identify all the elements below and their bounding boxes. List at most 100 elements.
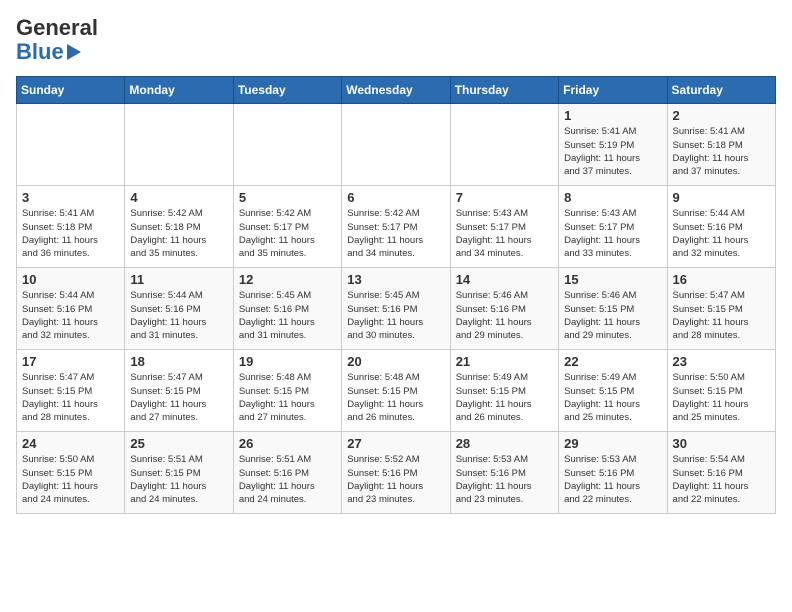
calendar-cell: 27Sunrise: 5:52 AM Sunset: 5:16 PM Dayli… (342, 432, 450, 514)
calendar-cell: 22Sunrise: 5:49 AM Sunset: 5:15 PM Dayli… (559, 350, 667, 432)
day-number: 21 (456, 354, 553, 369)
day-number: 13 (347, 272, 444, 287)
day-number: 30 (673, 436, 770, 451)
day-info: Sunrise: 5:47 AM Sunset: 5:15 PM Dayligh… (673, 289, 770, 342)
logo: General Blue (16, 16, 98, 64)
calendar-cell: 14 Sunrise: 5:46 AM Sunset: 5:16 PM Dayli… (450, 268, 558, 350)
day-info: Sunrise: 5:45 AM Sunset: 5:16 PM Dayligh… (239, 289, 336, 342)
day-number: 6 (347, 190, 444, 205)
day-info: Sunrise: 5:41 AM Sunset: 5:18 PM Dayligh… (673, 125, 770, 178)
calendar-cell (17, 104, 125, 186)
day-number: 17 (22, 354, 119, 369)
day-info: Sunrise: 5:44 AM Sunset: 5:16 PM Dayligh… (22, 289, 119, 342)
header-friday: Friday (559, 77, 667, 104)
day-info: Sunrise: 5:44 AM Sunset: 5:16 PM Dayligh… (673, 207, 770, 260)
calendar-cell (342, 104, 450, 186)
day-info: Sunrise: 5:41 AM Sunset: 5:19 PM Dayligh… (564, 125, 661, 178)
day-number: 23 (673, 354, 770, 369)
calendar-week-3: 10 Sunrise: 5:44 AM Sunset: 5:16 PM Dayli… (17, 268, 776, 350)
day-number: 28 (456, 436, 553, 451)
header-tuesday: Tuesday (233, 77, 341, 104)
calendar-cell: 17 Sunrise: 5:47 AM Sunset: 5:15 PM Dayli… (17, 350, 125, 432)
calendar-header-row: SundayMondayTuesdayWednesdayThursdayFrid… (17, 77, 776, 104)
day-number: 7 (456, 190, 553, 205)
day-info: Sunrise: 5:45 AM Sunset: 5:16 PM Dayligh… (347, 289, 444, 342)
logo-general: General (16, 16, 98, 40)
header-thursday: Thursday (450, 77, 558, 104)
calendar-cell: 13 Sunrise: 5:45 AM Sunset: 5:16 PM Dayli… (342, 268, 450, 350)
calendar-cell: 6 Sunrise: 5:42 AM Sunset: 5:17 PM Daylig… (342, 186, 450, 268)
day-info: Sunrise: 5:53 AM Sunset: 5:16 PM Dayligh… (456, 453, 553, 506)
calendar-week-1: 1 Sunrise: 5:41 AM Sunset: 5:19 PM Daylig… (17, 104, 776, 186)
logo-arrow-icon (67, 44, 81, 60)
calendar-cell: 21 Sunrise: 5:49 AM Sunset: 5:15 PM Dayli… (450, 350, 558, 432)
day-info: Sunrise: 5:53 AM Sunset: 5:16 PM Dayligh… (564, 453, 661, 506)
day-info: Sunrise: 5:47 AM Sunset: 5:15 PM Dayligh… (22, 371, 119, 424)
day-number: 18 (130, 354, 227, 369)
day-number: 12 (239, 272, 336, 287)
day-info: Sunrise: 5:46 AM Sunset: 5:15 PM Dayligh… (564, 289, 661, 342)
calendar-cell: 20 Sunrise: 5:48 AM Sunset: 5:15 PM Dayli… (342, 350, 450, 432)
day-number: 10 (22, 272, 119, 287)
calendar-cell: 30 Sunrise: 5:54 AM Sunset: 5:16 PM Dayli… (667, 432, 775, 514)
logo-text: General Blue (16, 16, 98, 64)
calendar-cell: 15 Sunrise: 5:46 AM Sunset: 5:15 PM Dayli… (559, 268, 667, 350)
day-number: 25 (130, 436, 227, 451)
calendar-table: SundayMondayTuesdayWednesdayThursdayFrid… (16, 76, 776, 514)
calendar-cell: 7Sunrise: 5:43 AM Sunset: 5:17 PM Daylig… (450, 186, 558, 268)
calendar-cell: 5 Sunrise: 5:42 AM Sunset: 5:17 PM Daylig… (233, 186, 341, 268)
calendar-cell: 12 Sunrise: 5:45 AM Sunset: 5:16 PM Dayli… (233, 268, 341, 350)
calendar-cell: 18 Sunrise: 5:47 AM Sunset: 5:15 PM Dayli… (125, 350, 233, 432)
day-info: Sunrise: 5:47 AM Sunset: 5:15 PM Dayligh… (130, 371, 227, 424)
day-number: 29 (564, 436, 661, 451)
day-info: Sunrise: 5:49 AM Sunset: 5:15 PM Dayligh… (456, 371, 553, 424)
header-saturday: Saturday (667, 77, 775, 104)
header-monday: Monday (125, 77, 233, 104)
day-info: Sunrise: 5:42 AM Sunset: 5:18 PM Dayligh… (130, 207, 227, 260)
calendar-cell: 11Sunrise: 5:44 AM Sunset: 5:16 PM Dayli… (125, 268, 233, 350)
day-info: Sunrise: 5:48 AM Sunset: 5:15 PM Dayligh… (239, 371, 336, 424)
calendar-cell: 1 Sunrise: 5:41 AM Sunset: 5:19 PM Daylig… (559, 104, 667, 186)
calendar-cell: 10 Sunrise: 5:44 AM Sunset: 5:16 PM Dayli… (17, 268, 125, 350)
calendar-cell (450, 104, 558, 186)
day-info: Sunrise: 5:41 AM Sunset: 5:18 PM Dayligh… (22, 207, 119, 260)
day-info: Sunrise: 5:51 AM Sunset: 5:16 PM Dayligh… (239, 453, 336, 506)
day-number: 11 (130, 272, 227, 287)
calendar-cell: 26Sunrise: 5:51 AM Sunset: 5:16 PM Dayli… (233, 432, 341, 514)
day-info: Sunrise: 5:48 AM Sunset: 5:15 PM Dayligh… (347, 371, 444, 424)
calendar-week-4: 17 Sunrise: 5:47 AM Sunset: 5:15 PM Dayli… (17, 350, 776, 432)
calendar-cell: 9 Sunrise: 5:44 AM Sunset: 5:16 PM Daylig… (667, 186, 775, 268)
calendar-cell: 2 Sunrise: 5:41 AM Sunset: 5:18 PM Daylig… (667, 104, 775, 186)
day-info: Sunrise: 5:51 AM Sunset: 5:15 PM Dayligh… (130, 453, 227, 506)
day-number: 2 (673, 108, 770, 123)
page-header: General Blue (16, 16, 776, 64)
day-info: Sunrise: 5:52 AM Sunset: 5:16 PM Dayligh… (347, 453, 444, 506)
calendar-cell: 24Sunrise: 5:50 AM Sunset: 5:15 PM Dayli… (17, 432, 125, 514)
calendar-week-2: 3 Sunrise: 5:41 AM Sunset: 5:18 PM Daylig… (17, 186, 776, 268)
day-number: 16 (673, 272, 770, 287)
calendar-cell: 28 Sunrise: 5:53 AM Sunset: 5:16 PM Dayli… (450, 432, 558, 514)
day-info: Sunrise: 5:46 AM Sunset: 5:16 PM Dayligh… (456, 289, 553, 342)
day-info: Sunrise: 5:42 AM Sunset: 5:17 PM Dayligh… (347, 207, 444, 260)
calendar-cell: 3 Sunrise: 5:41 AM Sunset: 5:18 PM Daylig… (17, 186, 125, 268)
day-info: Sunrise: 5:50 AM Sunset: 5:15 PM Dayligh… (673, 371, 770, 424)
day-info: Sunrise: 5:50 AM Sunset: 5:15 PM Dayligh… (22, 453, 119, 506)
header-wednesday: Wednesday (342, 77, 450, 104)
day-info: Sunrise: 5:43 AM Sunset: 5:17 PM Dayligh… (564, 207, 661, 260)
day-info: Sunrise: 5:42 AM Sunset: 5:17 PM Dayligh… (239, 207, 336, 260)
day-number: 14 (456, 272, 553, 287)
day-number: 1 (564, 108, 661, 123)
day-info: Sunrise: 5:54 AM Sunset: 5:16 PM Dayligh… (673, 453, 770, 506)
day-number: 3 (22, 190, 119, 205)
day-number: 20 (347, 354, 444, 369)
calendar-cell: 8Sunrise: 5:43 AM Sunset: 5:17 PM Daylig… (559, 186, 667, 268)
calendar-cell: 23 Sunrise: 5:50 AM Sunset: 5:15 PM Dayli… (667, 350, 775, 432)
day-number: 15 (564, 272, 661, 287)
day-number: 9 (673, 190, 770, 205)
calendar-cell: 19Sunrise: 5:48 AM Sunset: 5:15 PM Dayli… (233, 350, 341, 432)
calendar-cell (233, 104, 341, 186)
calendar-cell: 25 Sunrise: 5:51 AM Sunset: 5:15 PM Dayli… (125, 432, 233, 514)
day-number: 5 (239, 190, 336, 205)
day-number: 4 (130, 190, 227, 205)
day-number: 22 (564, 354, 661, 369)
